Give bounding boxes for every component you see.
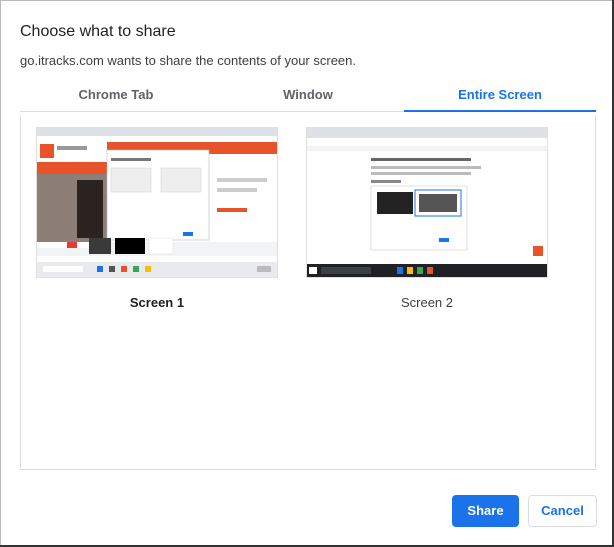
screen-2-preview-image [307, 128, 547, 277]
share-button[interactable]: Share [452, 495, 519, 527]
tab-entire-screen[interactable]: Entire Screen [404, 83, 596, 112]
source-panel: Screen 1 Screen 2 [20, 115, 596, 470]
screen-2-label: Screen 2 [400, 295, 454, 310]
screen-1-label: Screen 1 [129, 295, 185, 310]
screen-source-1[interactable]: Screen 1 [36, 127, 278, 310]
screen-thumbnail-1 [36, 127, 278, 278]
share-dialog: Choose what to share go.itracks.com want… [0, 0, 614, 547]
dialog-subtitle: go.itracks.com wants to share the conten… [20, 53, 356, 68]
screen-1-preview-image [37, 128, 277, 277]
source-tabs: Chrome Tab Window Entire Screen [20, 83, 596, 112]
tab-chrome-tab[interactable]: Chrome Tab [20, 83, 212, 111]
cancel-button[interactable]: Cancel [528, 495, 597, 527]
tab-window[interactable]: Window [212, 83, 404, 111]
screen-thumbnail-2 [306, 127, 548, 278]
dialog-title: Choose what to share [20, 23, 176, 40]
screen-source-2[interactable]: Screen 2 [306, 127, 548, 310]
